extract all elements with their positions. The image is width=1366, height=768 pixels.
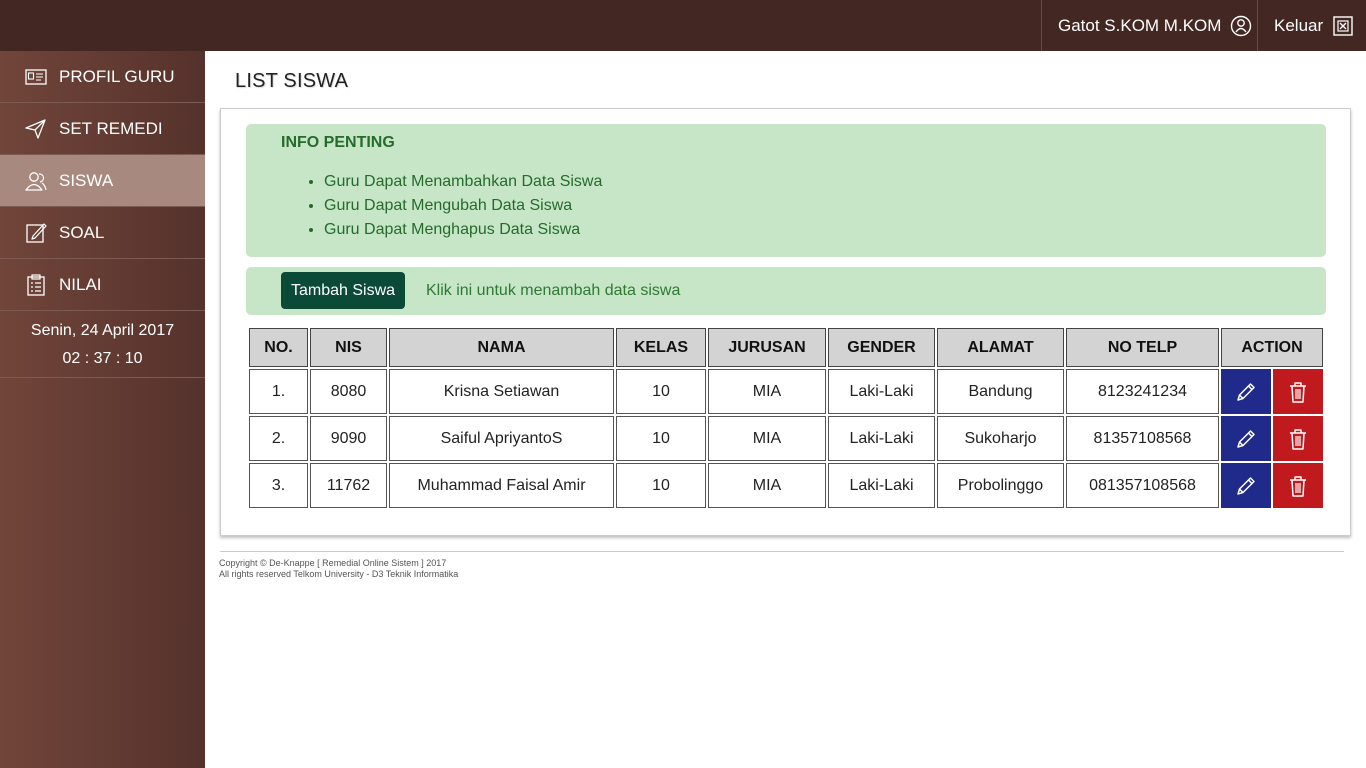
column-header-no-telp: NO TELP — [1066, 328, 1219, 367]
edit-button[interactable] — [1221, 369, 1271, 414]
content-panel: INFO PENTING Guru Dapat Menambahkan Data… — [220, 108, 1351, 536]
cell-no: 1. — [249, 369, 308, 414]
sidebar-item-label: SET REMEDI — [59, 118, 163, 138]
info-title: INFO PENTING — [281, 134, 395, 151]
list-item: Guru Dapat Menambahkan Data Siswa — [324, 170, 602, 194]
table-row: 2. 9090 Saiful ApriyantoS 10 MIA Laki-La… — [249, 416, 1323, 461]
cell-alamat: Sukoharjo — [937, 416, 1064, 461]
delete-button[interactable] — [1273, 369, 1323, 414]
pencil-icon — [1237, 382, 1255, 401]
footer-rights: All rights reserved Telkom University - … — [219, 569, 459, 579]
column-header-kelas: KELAS — [616, 328, 706, 367]
cell-nama: Muhammad Faisal Amir — [389, 463, 614, 508]
edit-button[interactable] — [1221, 463, 1271, 508]
cell-jurusan: MIA — [708, 369, 826, 414]
logout-label: Keluar — [1274, 15, 1324, 35]
sidebar-item-nilai[interactable]: NILAI — [0, 259, 205, 311]
list-item: Guru Dapat Mengubah Data Siswa — [324, 194, 602, 218]
cell-telp: 081357108568 — [1066, 463, 1219, 508]
trash-icon — [1290, 428, 1306, 450]
cell-nama: Saiful ApriyantoS — [389, 416, 614, 461]
footer-divider — [220, 551, 1344, 552]
column-header-action: ACTION — [1221, 328, 1323, 367]
user-menu[interactable]: Gatot S.KOM M.KOM — [1041, 0, 1257, 51]
id-card-icon — [25, 66, 47, 88]
paper-plane-icon — [25, 118, 47, 140]
cell-alamat: Probolinggo — [937, 463, 1064, 508]
table-header-row: NO. NIS NAMA KELAS JURUSAN GENDER ALAMAT… — [249, 328, 1323, 367]
current-date: Senin, 24 April 2017 — [30, 322, 175, 339]
delete-button[interactable] — [1273, 463, 1323, 508]
sidebar-item-siswa[interactable]: SISWA — [0, 155, 205, 207]
logout-button[interactable]: Keluar — [1257, 0, 1366, 51]
add-student-button[interactable]: Tambah Siswa — [281, 272, 405, 309]
trash-icon — [1290, 381, 1306, 403]
list-item: Guru Dapat Menghapus Data Siswa — [324, 218, 602, 242]
sidebar-item-profil-guru[interactable]: PROFIL GURU — [0, 51, 205, 103]
user-circle-icon — [1231, 15, 1252, 36]
students-table: NO. NIS NAMA KELAS JURUSAN GENDER ALAMAT… — [247, 326, 1325, 510]
cell-nis: 8080 — [310, 369, 387, 414]
cell-alamat: Bandung — [937, 369, 1064, 414]
edit-icon — [25, 222, 47, 244]
pencil-icon — [1237, 476, 1255, 495]
add-student-hint: Klik ini untuk menambah data siswa — [426, 282, 681, 299]
table-row: 3. 11762 Muhammad Faisal Amir 10 MIA Lak… — [249, 463, 1323, 508]
date-time-panel: Senin, 24 April 2017 02 : 37 : 10 — [0, 311, 205, 378]
cell-nama: Krisna Setiawan — [389, 369, 614, 414]
top-bar: Gatot S.KOM M.KOM Keluar — [0, 0, 1366, 51]
sidebar-item-label: NILAI — [59, 274, 102, 294]
add-student-bar: Tambah Siswa Klik ini untuk menambah dat… — [246, 267, 1326, 315]
cell-no: 2. — [249, 416, 308, 461]
users-icon — [25, 170, 47, 192]
column-header-alamat: ALAMAT — [937, 328, 1064, 367]
sidebar-item-soal[interactable]: SOAL — [0, 207, 205, 259]
cell-gender: Laki-Laki — [828, 369, 935, 414]
cell-gender: Laki-Laki — [828, 416, 935, 461]
edit-button[interactable] — [1221, 416, 1271, 461]
sidebar-item-set-remedi[interactable]: SET REMEDI — [0, 103, 205, 155]
footer: Copyright © De-Knappe [ Remedial Online … — [219, 558, 458, 580]
cell-jurusan: MIA — [708, 416, 826, 461]
user-name: Gatot S.KOM M.KOM — [1058, 15, 1222, 35]
cell-telp: 8123241234 — [1066, 369, 1219, 414]
page-title: LIST SISWA — [235, 70, 349, 92]
info-box: INFO PENTING Guru Dapat Menambahkan Data… — [246, 124, 1326, 257]
cell-kelas: 10 — [616, 463, 706, 508]
sidebar-item-label: PROFIL GURU — [59, 66, 175, 86]
cell-no: 3. — [249, 463, 308, 508]
column-header-jurusan: JURUSAN — [708, 328, 826, 367]
column-header-no: NO. — [249, 328, 308, 367]
info-list: Guru Dapat Menambahkan Data Siswa Guru D… — [324, 170, 602, 242]
footer-copyright: Copyright © De-Knappe [ Remedial Online … — [219, 558, 447, 568]
sidebar: PROFIL GURU SET REMEDI SISWA SOAL NILAI … — [0, 51, 205, 768]
cell-kelas: 10 — [616, 416, 706, 461]
cell-jurusan: MIA — [708, 463, 826, 508]
current-time: 02 : 37 : 10 — [62, 350, 143, 367]
cell-telp: 81357108568 — [1066, 416, 1219, 461]
cell-action — [1221, 369, 1323, 414]
cell-kelas: 10 — [616, 369, 706, 414]
clipboard-icon — [25, 273, 47, 296]
cell-nis: 9090 — [310, 416, 387, 461]
trash-icon — [1290, 475, 1306, 497]
table-row: 1. 8080 Krisna Setiawan 10 MIA Laki-Laki… — [249, 369, 1323, 414]
delete-button[interactable] — [1273, 416, 1323, 461]
cell-gender: Laki-Laki — [828, 463, 935, 508]
sidebar-item-label: SISWA — [59, 170, 114, 190]
logout-icon — [1333, 15, 1353, 36]
cell-nis: 11762 — [310, 463, 387, 508]
cell-action — [1221, 463, 1323, 508]
sidebar-item-label: SOAL — [59, 222, 105, 242]
pencil-icon — [1237, 429, 1255, 448]
cell-action — [1221, 416, 1323, 461]
column-header-nama: NAMA — [389, 328, 614, 367]
column-header-nis: NIS — [310, 328, 387, 367]
column-header-gender: GENDER — [828, 328, 935, 367]
